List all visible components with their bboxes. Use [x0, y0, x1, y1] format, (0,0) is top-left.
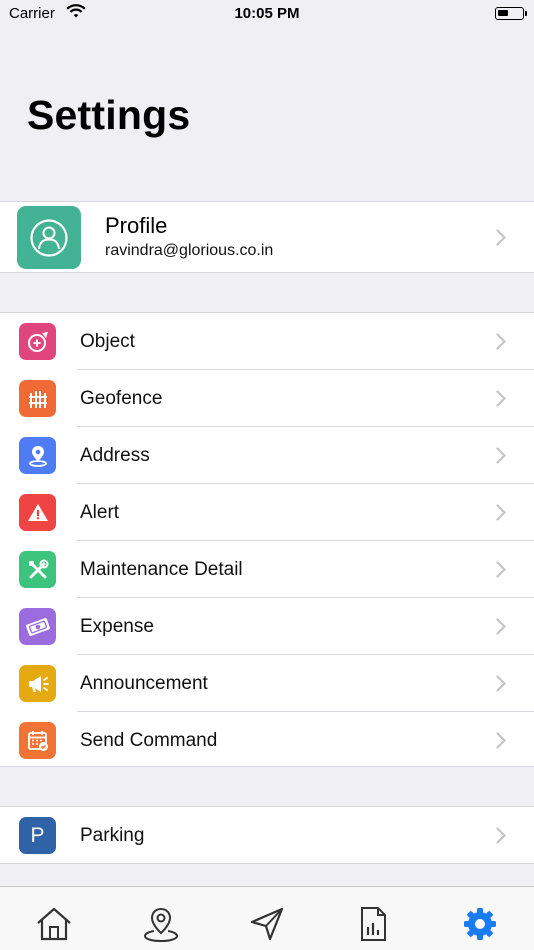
- menu-item-label: Announcement: [80, 673, 208, 694]
- report-icon: [361, 907, 386, 941]
- menu-item-label: Expense: [80, 616, 154, 637]
- menu-item-maintenance-detail[interactable]: Maintenance Detail: [0, 541, 534, 598]
- chevron-right-icon: [496, 827, 506, 844]
- user-avatar-icon: [30, 218, 68, 257]
- menu-item-object[interactable]: Object: [0, 313, 534, 370]
- menu-item-label: Geofence: [80, 388, 163, 409]
- tab-navigation[interactable]: [247, 904, 287, 944]
- fence-icon: [19, 380, 56, 417]
- tab-reports[interactable]: [353, 904, 393, 944]
- chevron-right-icon: [496, 333, 506, 350]
- tab-map[interactable]: [141, 904, 181, 944]
- profile-row[interactable]: Profile ravindra@glorious.co.in: [0, 201, 534, 273]
- avatar: [17, 206, 81, 269]
- warning-icon: [19, 494, 56, 531]
- menu-item-parking[interactable]: P Parking: [0, 806, 534, 864]
- page-title: Settings: [27, 92, 191, 138]
- battery-icon: [495, 7, 527, 20]
- location-pin-icon: [19, 437, 56, 474]
- tab-settings[interactable]: [460, 904, 500, 944]
- parking-icon-letter: P: [30, 823, 45, 847]
- object-icon: [19, 323, 56, 360]
- chevron-right-icon: [496, 675, 506, 692]
- menu-item-expense[interactable]: Expense: [0, 598, 534, 655]
- megaphone-icon: [19, 665, 56, 702]
- menu-item-geofence[interactable]: Geofence: [0, 370, 534, 427]
- menu-item-label: Maintenance Detail: [80, 559, 243, 580]
- profile-email: ravindra@glorious.co.in: [105, 242, 274, 259]
- menu-item-alert[interactable]: Alert: [0, 484, 534, 541]
- menu-item-announcement[interactable]: Announcement: [0, 655, 534, 712]
- menu-item-label: Address: [80, 445, 150, 466]
- menu-item-label: Object: [80, 331, 135, 352]
- home-icon: [37, 907, 71, 941]
- chevron-right-icon: [496, 618, 506, 635]
- chevron-right-icon: [496, 447, 506, 464]
- settings-gear-icon: [464, 908, 496, 940]
- map-pin-icon: [143, 907, 179, 943]
- chevron-right-icon: [496, 732, 506, 749]
- tab-bar: [0, 886, 534, 950]
- money-icon: [19, 608, 56, 645]
- profile-name: Profile: [105, 213, 168, 238]
- calendar-command-icon: [19, 722, 56, 759]
- tools-icon: [19, 551, 56, 588]
- menu-item-send-command[interactable]: Send Command: [0, 712, 534, 769]
- status-time: 10:05 PM: [234, 5, 300, 22]
- chevron-right-icon: [496, 561, 506, 578]
- menu-item-label: Alert: [80, 502, 120, 523]
- menu-item-label: Parking: [80, 825, 145, 846]
- chevron-right-icon: [496, 504, 506, 521]
- chevron-right-icon: [496, 229, 506, 246]
- tab-home[interactable]: [34, 904, 74, 944]
- chevron-right-icon: [496, 390, 506, 407]
- parking-icon: P: [19, 817, 56, 854]
- navigation-icon: [250, 907, 284, 941]
- menu-item-label: Send Command: [80, 730, 218, 751]
- menu-item-address[interactable]: Address: [0, 427, 534, 484]
- settings-menu: Object Geofence Address Alert Maintenanc…: [0, 312, 534, 767]
- status-bar: Carrier 10:05 PM: [0, 0, 534, 30]
